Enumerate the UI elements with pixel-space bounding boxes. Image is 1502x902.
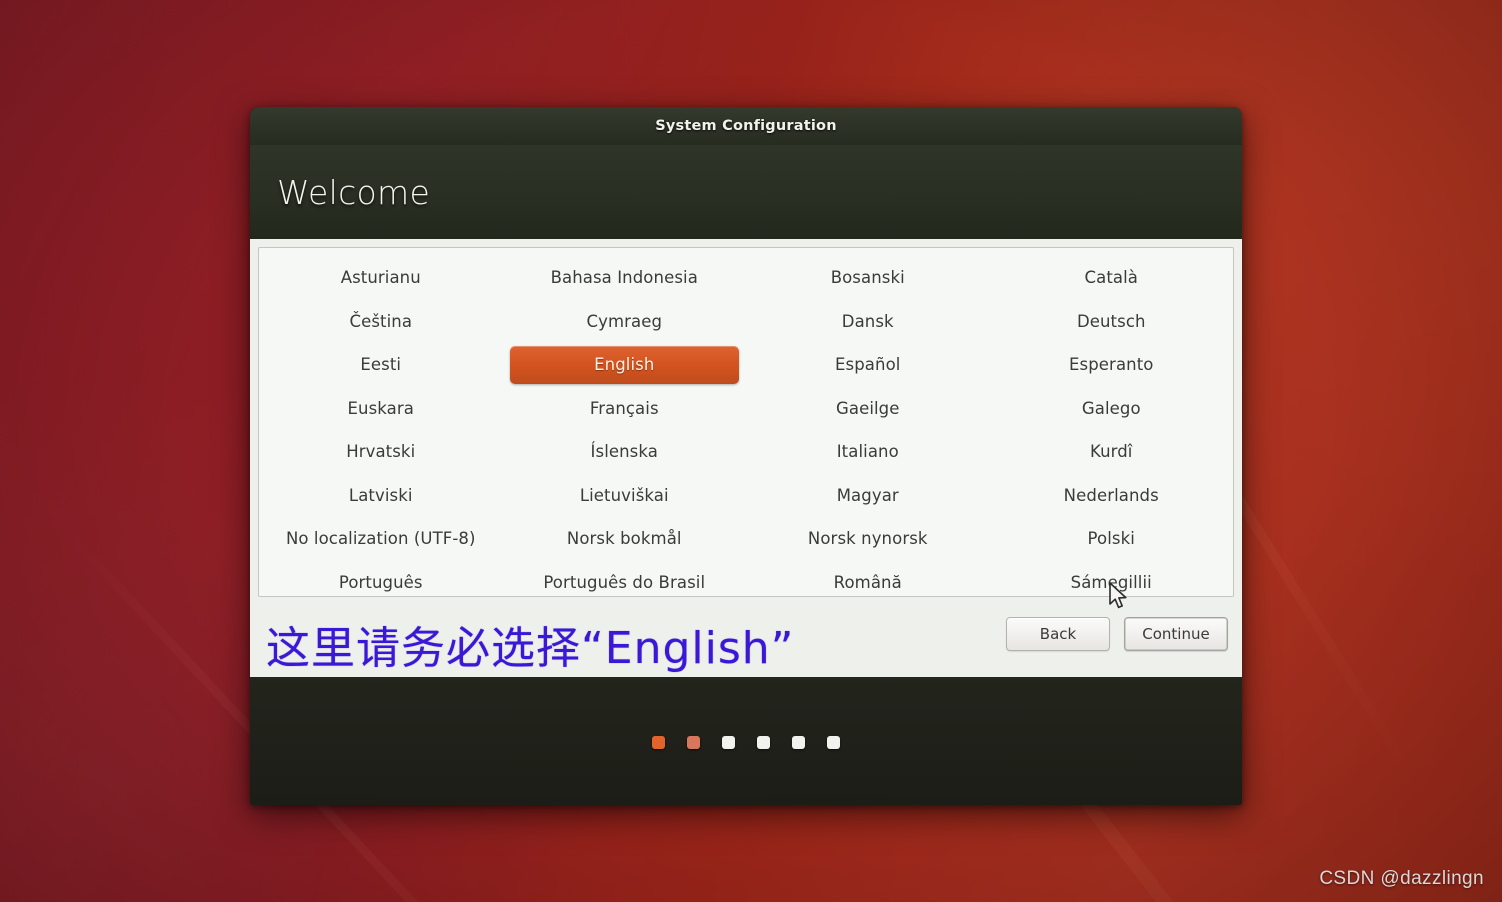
- language-option[interactable]: Lietuviškai: [503, 474, 747, 518]
- language-option[interactable]: Asturianu: [259, 256, 503, 300]
- language-option[interactable]: Polski: [990, 517, 1234, 561]
- progress-dot: [792, 735, 805, 749]
- progress-dot: [827, 735, 840, 749]
- progress-dot: [652, 735, 665, 749]
- watermark-text: CSDN @dazzlingn: [1319, 868, 1484, 889]
- language-option[interactable]: Gaeilge: [746, 387, 990, 431]
- language-option[interactable]: Română: [746, 561, 990, 597]
- dialog-footer: 这里请务必选择“English” Back Continue: [258, 597, 1234, 677]
- installer-window: System Configuration Welcome Asturianu Ba…: [250, 107, 1242, 805]
- language-option[interactable]: No localization (UTF-8): [259, 517, 503, 561]
- language-option-selected[interactable]: English: [509, 346, 739, 384]
- progress-dots: [652, 735, 840, 749]
- language-option[interactable]: Magyar: [746, 474, 990, 518]
- annotation-overlay-text: 这里请务必选择“English”: [266, 623, 795, 674]
- window-title: System Configuration: [655, 118, 837, 134]
- desktop-wallpaper: System Configuration Welcome Asturianu Ba…: [0, 0, 1502, 902]
- window-bottom-strip: [250, 677, 1242, 805]
- language-option[interactable]: Íslenska: [503, 430, 747, 474]
- language-option[interactable]: Nederlands: [990, 474, 1234, 518]
- language-option[interactable]: Bahasa Indonesia: [503, 256, 747, 300]
- language-option[interactable]: Galego: [990, 387, 1234, 431]
- language-option[interactable]: Norsk nynorsk: [746, 517, 990, 561]
- language-option[interactable]: Bosanski: [746, 256, 990, 300]
- language-option[interactable]: Norsk bokmål: [503, 517, 747, 561]
- language-option[interactable]: Čeština: [259, 300, 503, 344]
- continue-button[interactable]: Continue: [1124, 617, 1228, 651]
- dialog-body: Asturianu Bahasa Indonesia Bosanski Català Č…: [250, 239, 1242, 677]
- language-option[interactable]: Deutsch: [990, 300, 1234, 344]
- language-option[interactable]: Kurdî: [990, 430, 1234, 474]
- progress-dot: [722, 735, 735, 749]
- progress-dot: [687, 735, 700, 749]
- language-option[interactable]: Sámegillii: [990, 561, 1234, 597]
- language-option[interactable]: Eesti: [259, 343, 503, 387]
- language-listbox[interactable]: Asturianu Bahasa Indonesia Bosanski Català Č…: [258, 247, 1234, 597]
- language-option[interactable]: Hrvatski: [259, 430, 503, 474]
- language-option[interactable]: Dansk: [746, 300, 990, 344]
- language-option[interactable]: Cymraeg: [503, 300, 747, 344]
- back-button[interactable]: Back: [1006, 617, 1110, 651]
- language-option[interactable]: Português: [259, 561, 503, 597]
- language-option[interactable]: Français: [503, 387, 747, 431]
- language-option[interactable]: Euskara: [259, 387, 503, 431]
- language-option[interactable]: Italiano: [746, 430, 990, 474]
- page-title: Welcome: [277, 172, 431, 212]
- language-option[interactable]: Português do Brasil: [503, 561, 747, 597]
- window-titlebar: System Configuration: [250, 107, 1242, 145]
- language-option[interactable]: Latviski: [259, 474, 503, 518]
- page-header-band: Welcome: [250, 145, 1242, 239]
- progress-dot: [757, 735, 770, 749]
- language-option[interactable]: Español: [746, 343, 990, 387]
- language-option[interactable]: Esperanto: [990, 343, 1234, 387]
- language-grid: Asturianu Bahasa Indonesia Bosanski Català Č…: [259, 256, 1234, 597]
- language-option[interactable]: Català: [990, 256, 1234, 300]
